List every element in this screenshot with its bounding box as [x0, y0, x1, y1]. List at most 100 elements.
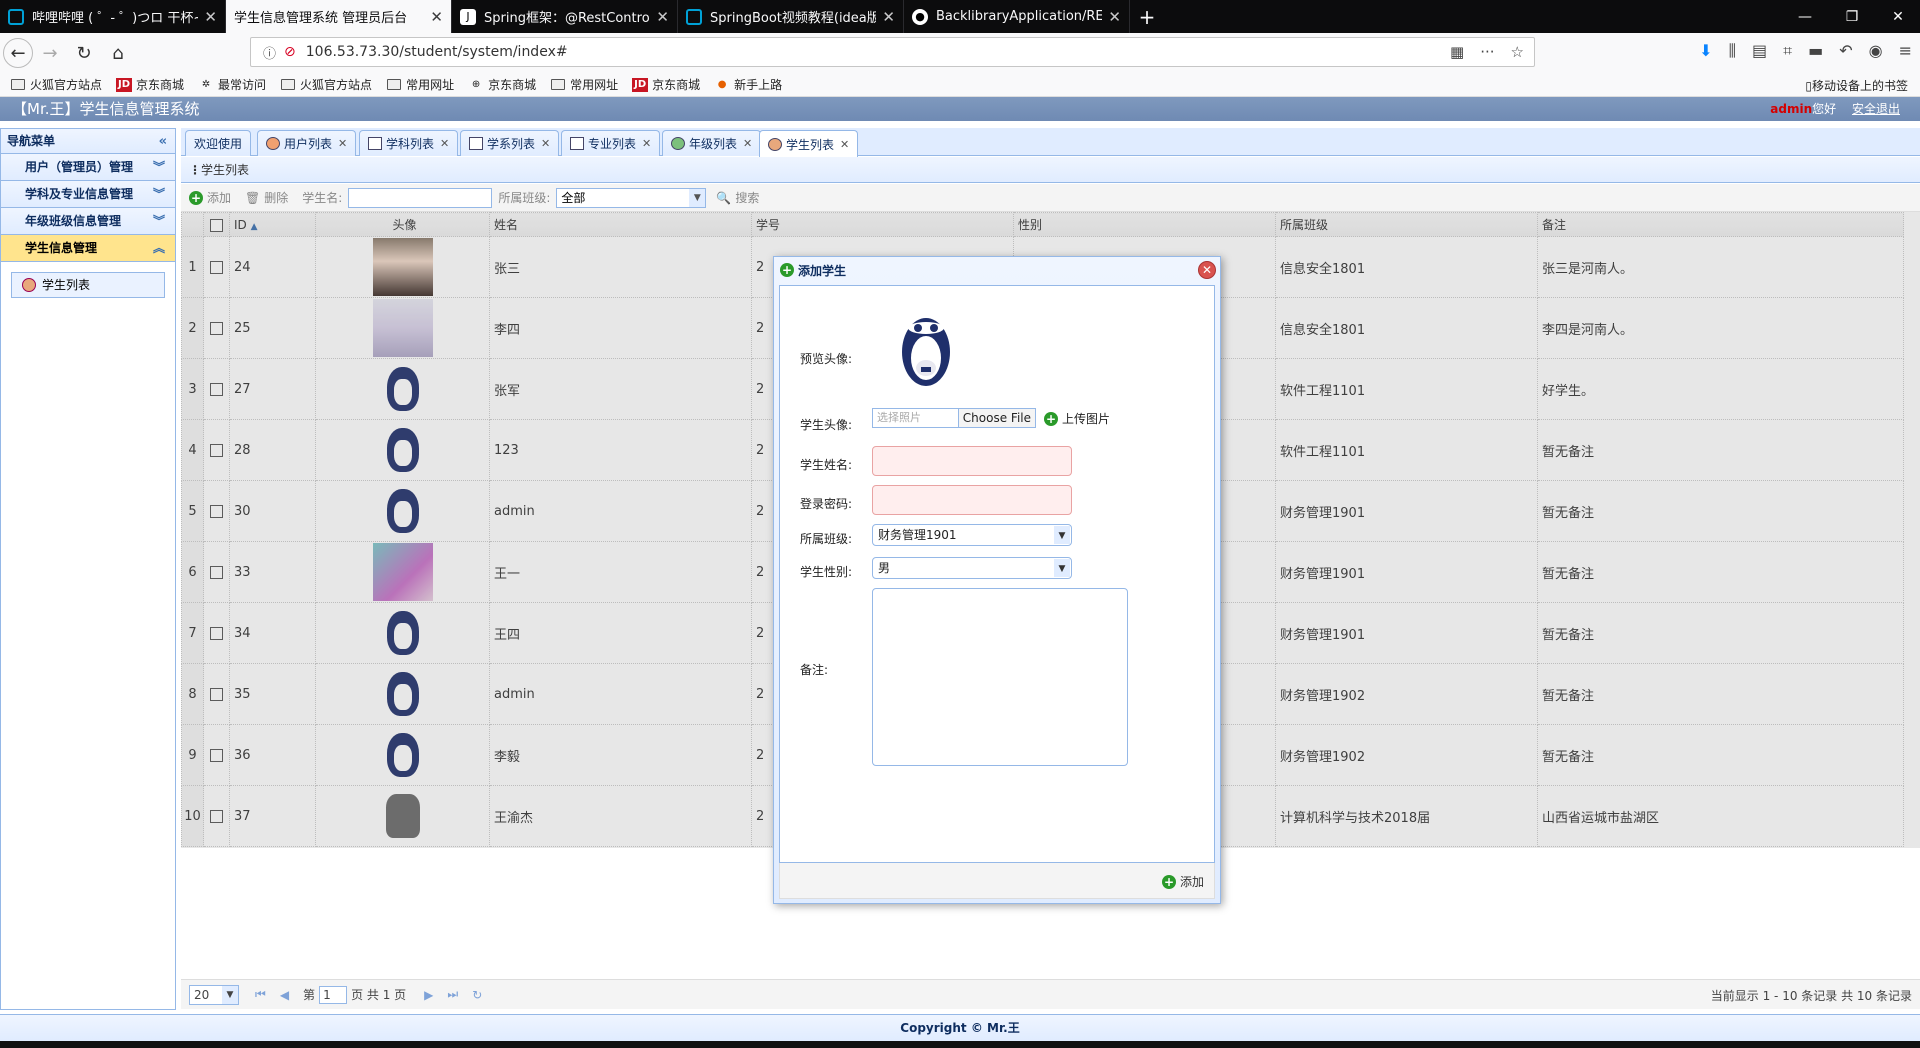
tab-subject-list[interactable]: 学科列表 ✕ — [359, 130, 459, 156]
user-icon — [266, 137, 280, 150]
account-icon[interactable]: ◉ — [1869, 41, 1883, 61]
sidebar-section-users[interactable]: 用户（管理员）管理 ︾ — [1, 154, 175, 181]
close-tab-icon[interactable]: ✕ — [430, 8, 443, 26]
class-select[interactable]: 财务管理1901 ▼ — [872, 524, 1072, 546]
tab-student-list[interactable]: 学生列表 ✕ — [759, 130, 859, 157]
qr-code-icon[interactable]: ▦ — [1450, 43, 1464, 61]
bookmark-item[interactable]: 常用网址 — [550, 76, 618, 93]
info-icon[interactable]: ⓘ — [263, 43, 276, 62]
search-button[interactable]: 🔍 搜索 — [716, 189, 759, 206]
chat-icon[interactable]: ▬ — [1808, 41, 1823, 61]
student-icon — [768, 137, 782, 151]
bookmark-item[interactable]: ✲ 最常访问 — [198, 76, 266, 93]
library-icon[interactable]: ⫼ — [1729, 41, 1736, 61]
mobile-bookmarks[interactable]: ▯移动设备上的书签 — [1805, 77, 1908, 94]
class-filter-select[interactable]: 全部 ▼ — [556, 187, 707, 208]
gender-select[interactable]: 男 ▼ — [872, 557, 1072, 579]
sidebar-section-subjects[interactable]: 学科及专业信息管理 ︾ — [1, 181, 175, 208]
footer: Copyright © Mr.王 — [0, 1014, 1920, 1041]
avatar-file-field[interactable]: 选择照片 Choose File — [872, 408, 1036, 428]
bookmark-item[interactable]: JD 京东商城 — [632, 76, 700, 93]
dialog-header: + 添加学生 ✕ — [774, 257, 1220, 283]
prev-page-icon[interactable]: ◀ — [280, 988, 289, 1002]
close-tab-icon[interactable]: ✕ — [882, 8, 895, 26]
download-icon[interactable]: ⬇ — [1699, 41, 1712, 61]
name-filter-label: 学生名: — [302, 191, 343, 205]
upload-button[interactable]: + 上传图片 — [1044, 410, 1110, 427]
menu-icon[interactable]: ≡ — [1899, 41, 1912, 61]
choose-file-button[interactable]: Choose File — [957, 409, 1035, 427]
tab-major-list[interactable]: 专业列表 ✕ — [561, 130, 661, 156]
dialog-add-button[interactable]: + 添加 — [1161, 873, 1204, 890]
sidebar-section-grades[interactable]: 年级班级信息管理 ︾ — [1, 208, 175, 235]
sidebar: 导航菜单 « 用户（管理员）管理 ︾ 学科及专业信息管理 ︾ 年级班级信息管理 ︾ 学生… — [0, 128, 176, 1010]
tab-user-list[interactable]: 用户列表 ✕ — [257, 130, 357, 156]
browser-tab-spring[interactable]: J Spring框架：@RestControlle ✕ — [452, 0, 678, 33]
insecure-lock-icon[interactable]: ⊘ — [284, 44, 296, 60]
sidebar-item-student-list[interactable]: 学生列表 — [11, 272, 165, 298]
note-field-label: 备注: — [800, 663, 829, 677]
browser-tab-github[interactable]: ●BacklibraryApplication/READ✕ — [904, 0, 1130, 33]
jianshu-icon: J — [460, 8, 476, 25]
home-button[interactable]: ⌂ — [101, 36, 135, 70]
add-button[interactable]: + 添加 — [189, 189, 231, 206]
bookmark-star-icon[interactable]: ☆ — [1511, 43, 1524, 61]
last-page-icon[interactable]: ⏭ — [447, 987, 458, 1002]
password-input[interactable] — [872, 485, 1072, 515]
page-size-select[interactable]: 20 ▼ — [189, 984, 239, 1005]
browser-tab-bilibili[interactable]: 哔哩哔哩 ( ゜- ゜)つロ 干杯~-bi✕ — [0, 0, 226, 33]
avatar-file-placeholder: 选择照片 — [877, 411, 921, 424]
browser-navbar: ← → ↻ ⌂ ⓘ ⊘ 106.53.73.30/student/system/… — [0, 33, 1920, 73]
close-tab-icon[interactable]: ✕ — [204, 8, 217, 26]
close-icon[interactable]: ✕ — [743, 137, 752, 150]
close-tab-icon[interactable]: ✕ — [1108, 8, 1121, 26]
close-icon[interactable]: ✕ — [338, 137, 347, 150]
close-tab-icon[interactable]: ✕ — [656, 8, 669, 26]
forward-button[interactable]: → — [33, 36, 67, 70]
url-bar[interactable]: ⓘ ⊘ 106.53.73.30/student/system/index# ▦… — [250, 37, 1535, 67]
new-tab-button[interactable]: + — [1130, 0, 1164, 33]
folder-icon — [10, 78, 26, 92]
logout-link[interactable]: 安全退出 — [1852, 102, 1900, 116]
tab-grade-list[interactable]: 年级列表 ✕ — [662, 130, 762, 156]
close-icon[interactable]: ✕ — [642, 137, 651, 150]
page-actions-icon[interactable]: ··· — [1480, 43, 1494, 61]
note-textarea[interactable] — [872, 588, 1128, 766]
tab-department-list[interactable]: 学系列表 ✕ — [460, 130, 560, 156]
browser-tab-student-system[interactable]: 学生信息管理系统 管理员后台 ✕ — [226, 0, 452, 33]
first-page-icon[interactable]: ⏮ — [255, 987, 266, 1002]
browser-tab-springboot[interactable]: SpringBoot视频教程(idea版)_ ✕ — [678, 0, 904, 33]
close-icon[interactable]: ✕ — [440, 137, 449, 150]
collapse-icon[interactable]: « — [159, 129, 167, 154]
name-filter-input[interactable] — [348, 187, 493, 208]
bookmark-item[interactable]: 常用网址 — [386, 76, 454, 93]
sidebar-icon[interactable]: ▤ — [1752, 41, 1767, 61]
dialog-title: 添加学生 — [798, 263, 847, 278]
globe-icon: ⊕ — [471, 79, 481, 90]
student-icon — [22, 278, 36, 292]
chevron-down-icon: ▼ — [689, 188, 706, 207]
undo-icon[interactable]: ↶ — [1839, 41, 1852, 61]
chevron-down-icon: ▼ — [222, 985, 238, 1004]
reload-button[interactable]: ↻ — [67, 36, 101, 70]
refresh-icon[interactable]: ↻ — [472, 988, 482, 1002]
delete-button[interactable]: 🗑 删除 — [245, 189, 288, 206]
sidebar-section-students[interactable]: 学生信息管理 ︽ — [1, 235, 175, 262]
back-button[interactable]: ← — [3, 38, 33, 68]
student-name-input[interactable] — [872, 446, 1072, 476]
tab-welcome[interactable]: 欢迎使用 — [185, 130, 252, 156]
close-icon[interactable]: ✕ — [1198, 261, 1216, 279]
close-icon[interactable]: ✕ — [541, 137, 550, 150]
bookmark-item[interactable]: 火狐官方站点 — [10, 76, 102, 93]
window-close-button[interactable]: ✕ — [1868, 0, 1920, 33]
book-icon — [570, 137, 584, 150]
bookmark-item[interactable]: 火狐官方站点 — [280, 76, 372, 93]
bookmark-item[interactable]: ● 新手上路 — [714, 76, 782, 93]
bookmark-item[interactable]: ⊕ 京东商城 — [468, 76, 536, 93]
close-icon[interactable]: ✕ — [840, 138, 849, 151]
page-number-input[interactable]: 1 — [319, 985, 348, 1004]
next-page-icon[interactable]: ▶ — [424, 988, 433, 1002]
preview-avatar-label: 预览头像: — [800, 352, 853, 366]
bookmark-item[interactable]: JD 京东商城 — [116, 76, 184, 93]
screenshot-icon[interactable]: ⌗ — [1783, 41, 1792, 61]
